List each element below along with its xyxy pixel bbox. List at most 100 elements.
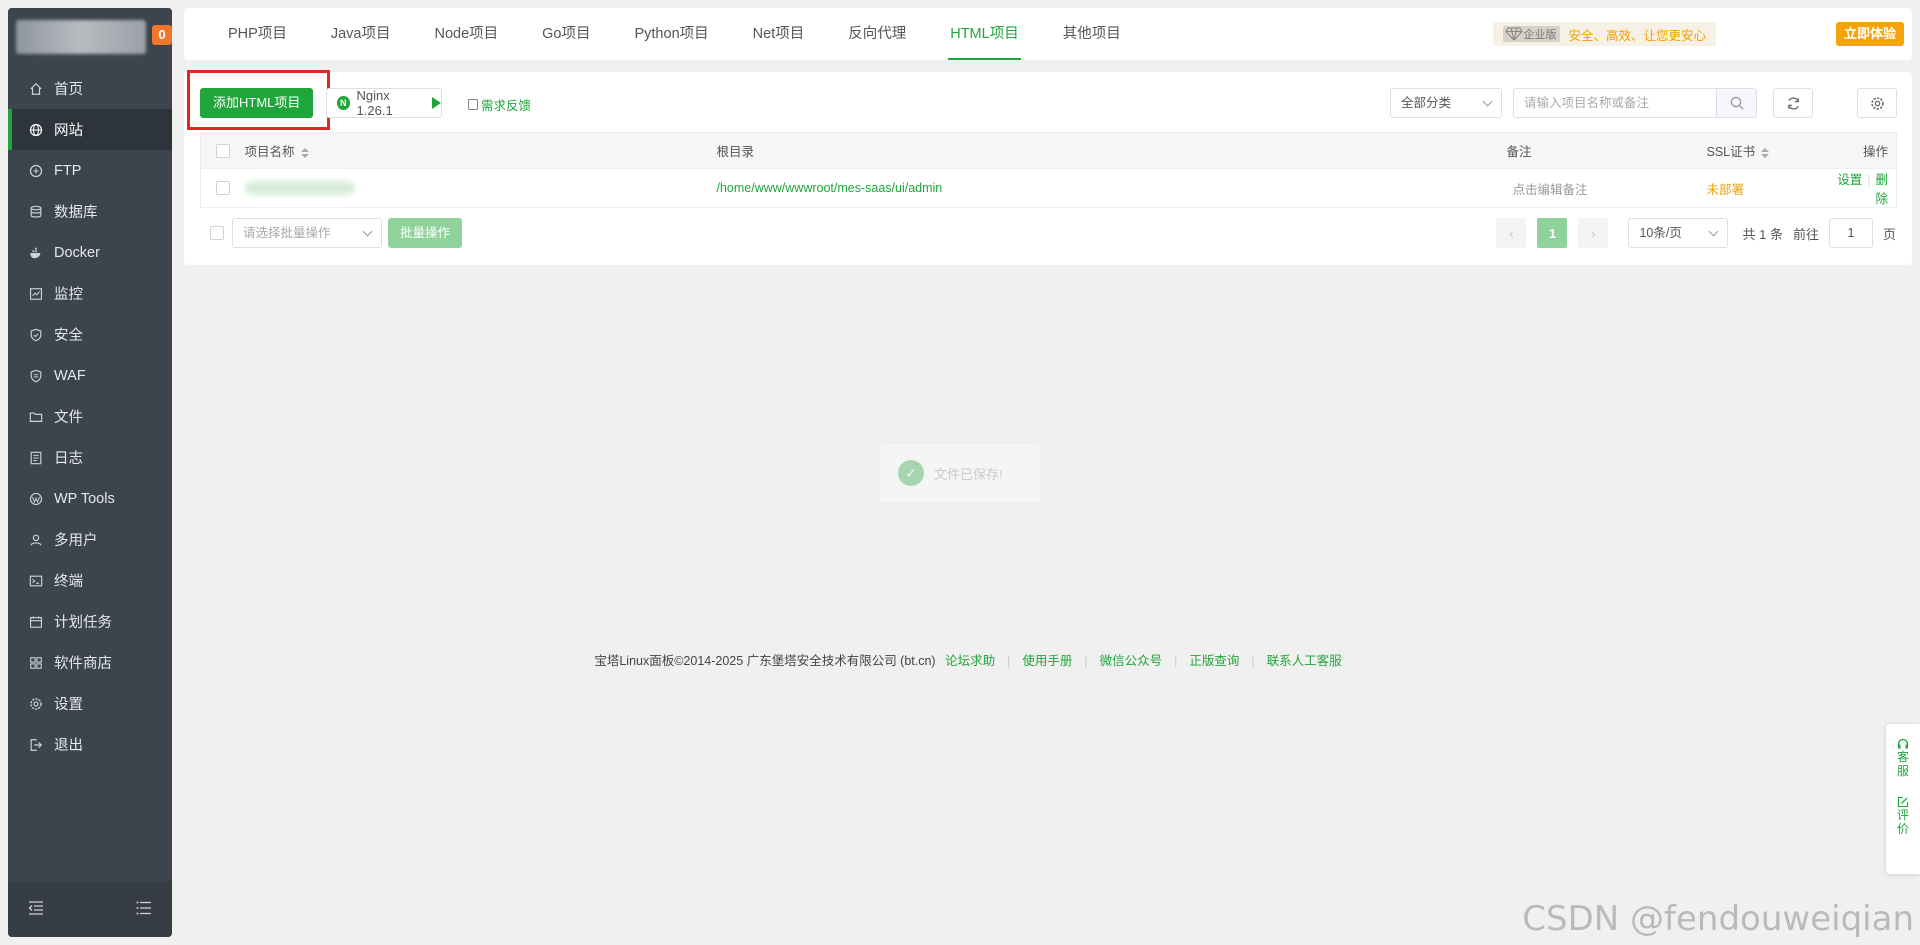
next-page-button[interactable]: › xyxy=(1578,218,1609,248)
total-label: 共 1 条 xyxy=(1742,226,1783,242)
check-circle-icon: ✓ xyxy=(898,460,924,486)
project-table: 项目名称 根目录 备注 SSL证书 操作 /home/www/wwwroot/m… xyxy=(200,132,1897,208)
select-all-checkbox[interactable] xyxy=(215,143,230,158)
delete-link[interactable]: 删除 xyxy=(1875,173,1888,206)
floating-help-panel: 客服 评价 xyxy=(1886,724,1920,874)
footer-link-manual[interactable]: 使用手册 xyxy=(1022,654,1072,668)
remark-edit[interactable]: 点击编辑备注 xyxy=(1513,183,1588,197)
customer-service-button[interactable]: 客服 xyxy=(1896,738,1910,778)
add-html-project-button[interactable]: 添加HTML项目 xyxy=(200,88,314,118)
sidebar-item-website[interactable]: 网站 xyxy=(8,109,172,150)
tab-net[interactable]: Net项目 xyxy=(731,8,827,60)
batch-action-select[interactable]: 请选择批量操作 xyxy=(232,218,382,248)
sidebar-item-terminal[interactable]: 终端 xyxy=(8,560,172,601)
calendar-icon xyxy=(28,614,44,630)
page-size-select[interactable]: 10条/页 xyxy=(1628,218,1729,248)
sidebar-item-label: 数据库 xyxy=(54,205,98,221)
footer-link-forum[interactable]: 论坛求助 xyxy=(945,654,995,668)
tab-html[interactable]: HTML项目 xyxy=(928,8,1040,60)
pagination: ‹ 1 › 10条/页 共 1 条 前往 1 页 xyxy=(1485,218,1896,248)
footer-link-support[interactable]: 联系人工客服 xyxy=(1267,654,1342,668)
column-ssl[interactable]: SSL证书 xyxy=(1706,132,1831,169)
sort-icon[interactable] xyxy=(1761,147,1770,158)
sidebar-item-waf[interactable]: WAF xyxy=(8,355,172,396)
root-path-link[interactable]: /home/www/wwwroot/mes-saas/ui/admin xyxy=(717,181,943,195)
search-input[interactable] xyxy=(1514,89,1716,117)
terminal-icon xyxy=(28,573,44,589)
sidebar-item-label: 网站 xyxy=(54,123,83,139)
category-select[interactable]: 全部分类 xyxy=(1390,88,1502,118)
menu-list-icon[interactable] xyxy=(136,901,152,918)
sidebar-item-cron[interactable]: 计划任务 xyxy=(8,601,172,642)
enterprise-banner[interactable]: 企业版 安全、高效、让您更安心 xyxy=(1493,22,1716,46)
tab-python[interactable]: Python项目 xyxy=(612,8,730,60)
settings-link[interactable]: 设置 xyxy=(1837,173,1862,187)
ssl-status-link[interactable]: 未部署 xyxy=(1707,183,1745,197)
separator: | xyxy=(1867,173,1871,187)
tab-go[interactable]: Go项目 xyxy=(520,8,612,60)
sidebar-item-files[interactable]: 文件 xyxy=(8,396,172,437)
collapse-sidebar-icon[interactable] xyxy=(28,900,44,918)
sidebar-item-security[interactable]: 安全 xyxy=(8,314,172,355)
footer-link-license[interactable]: 正版查询 xyxy=(1189,654,1239,668)
refresh-button[interactable] xyxy=(1773,88,1813,118)
monitor-icon xyxy=(28,286,44,302)
sidebar-item-logs[interactable]: 日志 xyxy=(8,437,172,478)
tab-node[interactable]: Node项目 xyxy=(412,8,520,60)
footer-link-wechat[interactable]: 微信公众号 xyxy=(1100,654,1163,668)
logout-icon xyxy=(28,737,44,753)
goto-page-input[interactable]: 1 xyxy=(1828,218,1873,248)
table-row: /home/www/wwwroot/mes-saas/ui/admin 点击编辑… xyxy=(200,168,1897,208)
diamond-icon xyxy=(1505,27,1524,41)
tab-other[interactable]: 其他项目 xyxy=(1041,8,1143,60)
sidebar-item-wp-tools[interactable]: WP Tools xyxy=(8,478,172,519)
sidebar-item-label: 首页 xyxy=(54,82,83,98)
page-suffix: 页 xyxy=(1882,226,1896,242)
row-checkbox[interactable] xyxy=(215,181,230,196)
sidebar-item-logout[interactable]: 退出 xyxy=(8,724,172,765)
column-name[interactable]: 项目名称 xyxy=(244,132,717,169)
page-1-button[interactable]: 1 xyxy=(1537,218,1568,248)
review-button[interactable]: 评价 xyxy=(1896,796,1910,836)
notification-badge[interactable]: 0 xyxy=(152,25,172,45)
edit-icon xyxy=(1897,796,1909,808)
play-icon xyxy=(432,97,441,109)
batch-action-button[interactable]: 批量操作 xyxy=(388,218,462,248)
sidebar-item-docker[interactable]: Docker xyxy=(8,232,172,273)
table-settings-button[interactable] xyxy=(1857,88,1897,118)
feedback-link[interactable]: 需求反馈 xyxy=(468,95,531,114)
save-toast: ✓ 文件已保存! xyxy=(880,444,1040,502)
prev-page-button[interactable]: ‹ xyxy=(1496,218,1527,248)
sidebar-item-settings[interactable]: 设置 xyxy=(8,683,172,724)
sidebar-item-label: 监控 xyxy=(54,287,83,303)
watermark-text: CSDN @fendouweiqian xyxy=(1522,899,1914,939)
wordpress-icon xyxy=(28,491,44,507)
tab-java[interactable]: Java项目 xyxy=(309,8,413,60)
users-icon xyxy=(28,532,44,548)
server-name-blurred[interactable] xyxy=(16,20,146,54)
sidebar-item-label: 终端 xyxy=(54,574,83,590)
tab-php[interactable]: PHP项目 xyxy=(206,8,309,60)
goto-label: 前往 xyxy=(1792,226,1819,242)
home-icon xyxy=(28,81,44,97)
sort-icon[interactable] xyxy=(300,147,309,158)
nginx-status-button[interactable]: N Nginx 1.26.1 xyxy=(326,88,442,118)
copyright-text: 宝塔Linux面板©2014-2025 广东堡塔安全技术有限公司 (bt.cn) xyxy=(594,654,936,668)
tab-reverse-proxy[interactable]: 反向代理 xyxy=(826,8,928,60)
project-name-blurred[interactable] xyxy=(244,181,355,196)
sidebar-item-database[interactable]: 数据库 xyxy=(8,191,172,232)
html-project-panel: 添加HTML项目 N Nginx 1.26.1 需求反馈 全部分类 项目名称 根… xyxy=(184,70,1912,265)
sidebar-item-home[interactable]: 首页 xyxy=(8,68,172,109)
sidebar-item-ftp[interactable]: FTP xyxy=(8,150,172,191)
column-root: 根目录 xyxy=(716,132,1507,169)
toast-message: 文件已保存! xyxy=(934,466,1003,482)
database-icon xyxy=(28,204,44,220)
sidebar-item-monitor[interactable]: 监控 xyxy=(8,273,172,314)
project-type-tabs: PHP项目 Java项目 Node项目 Go项目 Python项目 Net项目 … xyxy=(184,8,1912,60)
batch-select-checkbox[interactable] xyxy=(210,226,224,240)
sidebar-item-label: 安全 xyxy=(54,328,83,344)
try-now-button[interactable]: 立即体验 xyxy=(1835,22,1904,46)
table-header-row: 项目名称 根目录 备注 SSL证书 操作 xyxy=(200,132,1897,169)
search-button[interactable] xyxy=(1716,89,1756,117)
sidebar-item-multi-user[interactable]: 多用户 xyxy=(8,519,172,560)
